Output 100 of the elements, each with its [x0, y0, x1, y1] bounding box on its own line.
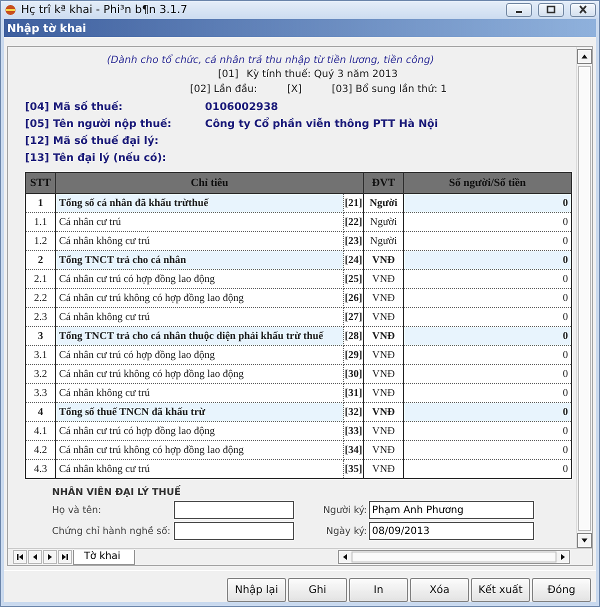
table-cell: [32] [344, 402, 364, 422]
input-field[interactable]: Phạm Anh Phương [369, 501, 534, 519]
table-cell: [27] [344, 308, 364, 326]
table-cell: 3.2 [26, 364, 56, 384]
table-cell: Tổng TNCT trả cho cá nhân thuộc diện phải khấu trừ thuế [56, 326, 344, 346]
left-arrow-icon [31, 553, 39, 561]
table-cell: 2.3 [26, 308, 56, 326]
input-cell[interactable]: 0 [404, 364, 572, 384]
minimize-button[interactable] [506, 2, 532, 16]
table-cell: VNĐ [364, 250, 404, 270]
input-cell[interactable]: 0 [404, 384, 572, 402]
table-cell: Người [364, 232, 404, 250]
scroll-up-icon[interactable] [577, 49, 592, 64]
input-cell[interactable]: 0 [404, 422, 572, 440]
field-code: [02] Lần đầu: [190, 84, 258, 95]
table-cell: 4.1 [26, 422, 56, 440]
supplement-value: 1 [440, 84, 447, 95]
table-cell: VNĐ [364, 346, 404, 364]
table-cell: 2.2 [26, 288, 56, 308]
previous-sheet-button[interactable] [28, 550, 42, 564]
input-field[interactable] [174, 501, 294, 519]
field-code: [13] [25, 152, 50, 164]
field-value: Công ty Cổ phần viễn thông PTT Hà Nội [205, 118, 439, 130]
input-cell[interactable]: 0 [404, 326, 572, 346]
column-header: Chỉ tiêu [56, 172, 364, 194]
first-icon [16, 553, 24, 561]
field-label: Tên đại lý (nếu có): [53, 152, 168, 164]
table-cell: VNĐ [364, 326, 404, 346]
first-sheet-button[interactable] [13, 550, 27, 564]
table-cell: 3.3 [26, 384, 56, 402]
table-cell: [24] [344, 250, 364, 270]
table-cell: Cá nhân cư trú không có hợp đồng lao động [56, 440, 344, 460]
table-cell: VNĐ [364, 422, 404, 440]
field-label: Người ký: [322, 504, 368, 516]
horizontal-scrollbar[interactable] [338, 550, 570, 564]
table-cell: Cá nhân không cư trú [56, 384, 344, 402]
field-label: Mã số thuế đại lý: [53, 135, 160, 147]
table-cell: VNĐ [364, 288, 404, 308]
action-button[interactable]: In [349, 578, 408, 602]
field-label: Chứng chỉ hành nghề số: [52, 526, 172, 536]
input-cell[interactable]: 0 [404, 460, 572, 478]
table-cell: 2 [26, 250, 56, 270]
input-cell[interactable]: 0 [404, 212, 572, 232]
table-cell: [28] [344, 326, 364, 346]
table-cell: Tổng số cá nhân đã khấu trừthuế [56, 194, 344, 212]
table-cell: Cá nhân không cư trú [56, 232, 344, 250]
input-cell[interactable]: 0 [404, 194, 572, 212]
input-cell[interactable]: 0 [404, 232, 572, 250]
field-code: [12] [25, 135, 50, 147]
input-field[interactable] [174, 522, 294, 540]
last-icon [61, 553, 69, 561]
table-cell: Tổng số thuế TNCN đã khấu trừ [56, 402, 344, 422]
input-cell[interactable]: 0 [404, 270, 572, 288]
vertical-scrollbar[interactable] [576, 47, 592, 548]
field-label: Ngày ký: [325, 526, 368, 536]
input-cell[interactable]: 0 [404, 308, 572, 326]
close-button[interactable] [570, 2, 596, 16]
table-cell: VNĐ [364, 384, 404, 402]
period-text: Kỳ tính thuế: Quý 3 năm 2013 [246, 69, 398, 80]
input-field[interactable]: 08/09/2013 [369, 522, 534, 540]
table-cell: [35] [344, 460, 364, 478]
column-header: Số người/Số tiền [404, 172, 572, 194]
app-icon [4, 4, 17, 16]
table-cell: Cá nhân cư trú có hợp đồng lao động [56, 422, 344, 440]
table-cell: VNĐ [364, 402, 404, 422]
action-button[interactable]: Ghi [288, 578, 347, 602]
field-label: Mã số thuế: [53, 101, 124, 113]
table-cell: Cá nhân cư trú có hợp đồng lao động [56, 346, 344, 364]
table-cell: [22] [344, 212, 364, 232]
table-cell: Cá nhân cư trú có hợp đồng lao động [56, 270, 344, 288]
table-cell: [25] [344, 270, 364, 288]
column-header: STT [26, 172, 56, 194]
input-cell[interactable]: 0 [404, 250, 572, 270]
form-header: Nhập tờ khai [4, 19, 596, 37]
action-button[interactable]: Đóng [532, 578, 591, 602]
next-sheet-button[interactable] [43, 550, 57, 564]
last-sheet-button[interactable] [58, 550, 72, 564]
field-label: Họ và tên: [52, 504, 102, 516]
table-cell: 3.1 [26, 346, 56, 364]
action-button[interactable]: Xóa [410, 578, 469, 602]
table-cell: 3 [26, 326, 56, 346]
sheet-tab[interactable]: Tờ khai [73, 550, 136, 564]
field-code: [04] [25, 101, 50, 113]
scroll-down-icon[interactable] [577, 533, 592, 548]
input-cell[interactable]: 0 [404, 346, 572, 364]
action-button[interactable]: Nhập lại [227, 578, 286, 602]
window-title: Hç trî kª khai - Phi³n b¶n 3.1.7 [21, 3, 188, 16]
table-cell: Cá nhân không cư trú [56, 308, 344, 326]
table-cell: 1.2 [26, 232, 56, 250]
maximize-button[interactable] [538, 2, 564, 16]
input-cell[interactable]: 0 [404, 440, 572, 460]
table-cell: Tổng TNCT trả cho cá nhân [56, 250, 344, 270]
table-cell: [30] [344, 364, 364, 384]
action-button[interactable]: Kết xuất [471, 578, 530, 602]
table-cell: [29] [344, 346, 364, 364]
close-icon [578, 5, 588, 14]
input-cell[interactable]: 0 [404, 288, 572, 308]
table-cell: 2.1 [26, 270, 56, 288]
input-cell[interactable]: 0 [404, 402, 572, 422]
table-cell: Cá nhân cư trú không có hợp đồng lao động [56, 364, 344, 384]
